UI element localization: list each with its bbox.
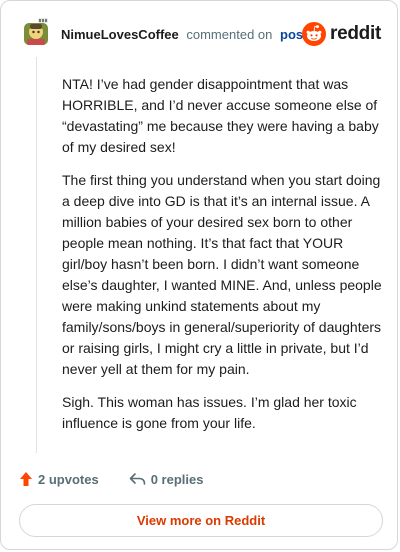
reply-arrow-icon xyxy=(129,473,145,485)
view-more-button[interactable]: View more on Reddit xyxy=(19,504,383,537)
upvote-arrow-icon xyxy=(20,472,32,486)
replies-button[interactable]: 0 replies xyxy=(129,471,204,487)
reply-count: 0 replies xyxy=(150,471,204,487)
comment-embed-card: NimueLovesCoffee commented on post reddi… xyxy=(0,0,398,550)
comment-action-text: commented on xyxy=(186,27,273,42)
comment-body: NTA! I’ve had gender disappointment that… xyxy=(62,74,382,446)
comment-actions: 2 upvotes 0 replies xyxy=(19,469,203,489)
upvote-button[interactable]: 2 upvotes xyxy=(19,471,99,487)
user-avatar[interactable] xyxy=(21,17,51,47)
comment-header: NimueLovesCoffee commented on post reddi… xyxy=(1,1,397,61)
comment-paragraph: NTA! I’ve had gender disappointment that… xyxy=(62,76,379,155)
comment-paragraph: The first thing you understand when you … xyxy=(62,172,382,377)
author-line: NimueLovesCoffee commented on post xyxy=(61,27,307,43)
author-name[interactable]: NimueLovesCoffee xyxy=(61,27,179,42)
reddit-snoo-icon xyxy=(302,22,327,46)
thread-line xyxy=(36,57,37,453)
avatar-image xyxy=(21,17,51,47)
reddit-logo[interactable]: reddit xyxy=(302,21,381,47)
upvote-count: 2 upvotes xyxy=(38,471,99,487)
comment-paragraph: Sigh. This woman has issues. I’m glad he… xyxy=(62,394,357,431)
reddit-wordmark: reddit xyxy=(330,23,381,44)
